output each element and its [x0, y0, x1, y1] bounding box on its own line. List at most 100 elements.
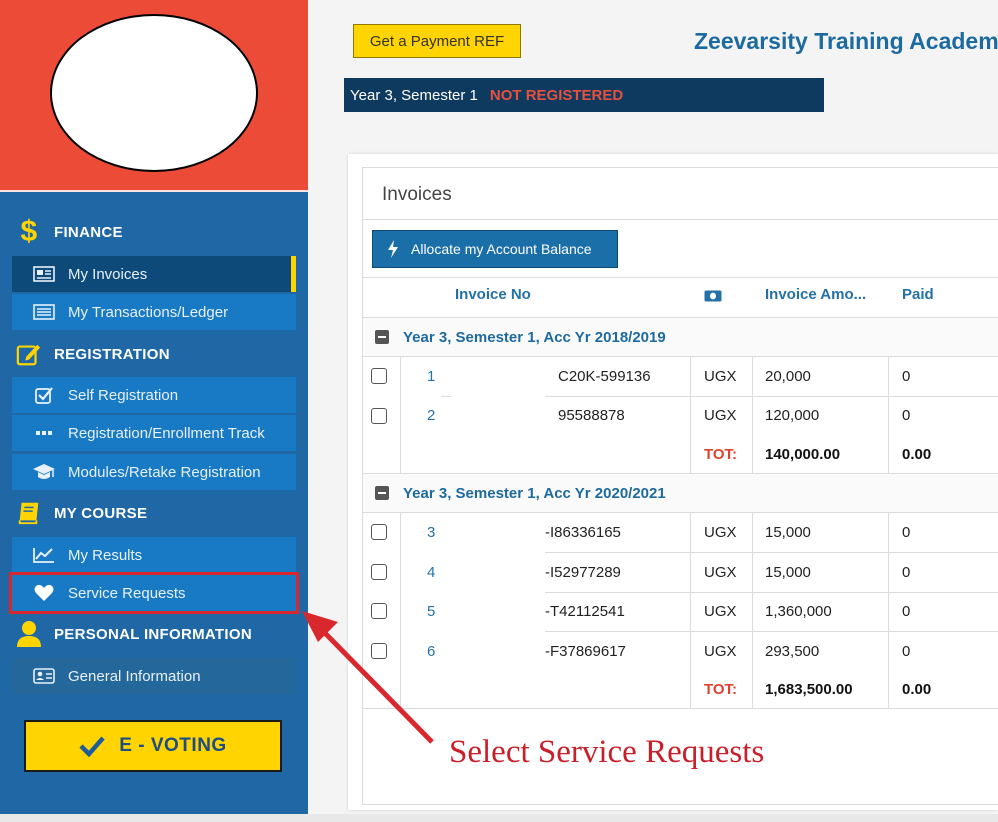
- invoice-number[interactable]: -F37869617: [545, 643, 626, 660]
- row-checkbox[interactable]: [371, 368, 387, 384]
- row-border: [545, 396, 998, 397]
- allocate-balance-label: Allocate my Account Balance: [411, 241, 592, 257]
- sidebar-item-label: My Transactions/Ledger: [68, 303, 229, 321]
- annotation-text: Select Service Requests: [449, 734, 765, 770]
- sidebar-item-modules-retake[interactable]: Modules/Retake Registration: [12, 454, 296, 490]
- invoice-number[interactable]: C20K-599136: [558, 368, 651, 385]
- sidebar-item-enrollment-track[interactable]: Registration/Enrollment Track: [12, 415, 296, 451]
- section-finance-label: FINANCE: [54, 223, 123, 241]
- invoice-number[interactable]: -I52977289: [545, 564, 621, 581]
- column-divider: [752, 357, 753, 473]
- book-icon: [16, 500, 42, 526]
- invoice-amount: 15,000: [765, 564, 811, 581]
- dots-icon: [32, 423, 56, 443]
- row-index: 1: [427, 368, 436, 385]
- row-border: [363, 512, 998, 513]
- column-divider: [752, 513, 753, 708]
- currency: UGX: [704, 407, 737, 424]
- heart-icon: [32, 583, 56, 603]
- table-bottom-border: [363, 708, 998, 709]
- invoice-number[interactable]: -T42112541: [545, 603, 625, 620]
- invoice-amount: 293,500: [765, 643, 820, 660]
- paid-amount: 0: [902, 368, 911, 385]
- row-checkbox[interactable]: [371, 408, 387, 424]
- row-border: [545, 552, 998, 553]
- column-divider: [400, 357, 401, 473]
- row-border: [545, 631, 998, 632]
- table-top-border: [363, 277, 998, 278]
- row-checkbox[interactable]: [371, 524, 387, 540]
- total-amount: 140,000.00: [765, 446, 841, 463]
- row-index: 6: [427, 643, 436, 660]
- section-personal-label: PERSONAL INFORMATION: [54, 625, 252, 643]
- id-card-icon: [32, 666, 56, 686]
- row-checkbox[interactable]: [371, 643, 387, 659]
- line-chart-icon: [32, 545, 56, 565]
- paid-amount: 0: [902, 564, 911, 581]
- group-row-1[interactable]: Year 3, Semester 1, Acc Yr 2018/2019: [363, 318, 998, 356]
- invoice-number[interactable]: 95588878: [558, 407, 625, 424]
- payment-ref-button[interactable]: Get a Payment REF: [353, 24, 521, 58]
- section-finance: $ FINANCE: [0, 212, 308, 252]
- sidebar-item-general-information[interactable]: General Information: [12, 658, 296, 694]
- allocate-balance-button[interactable]: Allocate my Account Balance: [372, 230, 618, 268]
- column-invoice-no[interactable]: Invoice No: [455, 286, 531, 303]
- total-amount: 1,683,500.00: [765, 681, 853, 698]
- sidebar-item-my-transactions[interactable]: My Transactions/Ledger: [12, 294, 296, 330]
- column-paid[interactable]: Paid: [902, 286, 934, 303]
- row-checkbox[interactable]: [371, 603, 387, 619]
- section-registration: REGISTRATION: [0, 334, 308, 374]
- group-label: Year 3, Semester 1, Acc Yr 2020/2021: [403, 484, 666, 502]
- collapse-icon[interactable]: [375, 330, 389, 344]
- evoting-label: E - VOTING: [119, 735, 227, 756]
- sidebar-item-label: Service Requests: [68, 584, 186, 602]
- section-personal-information: PERSONAL INFORMATION: [0, 614, 308, 654]
- section-registration-label: REGISTRATION: [54, 345, 170, 363]
- currency: UGX: [704, 603, 737, 620]
- money-icon: [704, 289, 722, 306]
- group-row-2[interactable]: Year 3, Semester 1, Acc Yr 2020/2021: [363, 474, 998, 512]
- column-divider: [888, 513, 889, 708]
- sidebar-item-label: My Invoices: [68, 265, 148, 283]
- checkbox-check-icon: [32, 385, 56, 405]
- column-divider: [400, 513, 401, 708]
- sidebar-item-label: Registration/Enrollment Track: [68, 424, 265, 442]
- currency: UGX: [704, 368, 737, 385]
- sidebar: $ FINANCE My Invoices My Transactions/Le…: [0, 0, 308, 822]
- collapse-icon[interactable]: [375, 486, 389, 500]
- row-border: [545, 592, 998, 593]
- column-divider: [690, 357, 691, 473]
- row-border: [363, 356, 998, 357]
- total-label: TOT:: [704, 446, 738, 463]
- semester-label: Year 3, Semester 1: [350, 86, 478, 104]
- panel-title: Invoices: [382, 184, 452, 205]
- currency: UGX: [704, 643, 737, 660]
- sidebar-item-service-requests[interactable]: Service Requests: [9, 572, 299, 614]
- invoice-number[interactable]: -I86336165: [545, 524, 621, 541]
- column-divider: [888, 357, 889, 473]
- avatar[interactable]: [50, 14, 258, 172]
- row-border: [441, 396, 451, 397]
- sidebar-item-self-registration[interactable]: Self Registration: [12, 377, 296, 413]
- row-checkbox[interactable]: [371, 564, 387, 580]
- total-paid: 0.00: [902, 446, 932, 463]
- invoice-icon: [32, 264, 56, 284]
- sidebar-item-my-results[interactable]: My Results: [12, 537, 296, 573]
- total-label: TOT:: [704, 681, 738, 698]
- sidebar-item-my-invoices[interactable]: My Invoices: [12, 256, 296, 292]
- bottom-scrollbar[interactable]: [0, 814, 998, 822]
- paid-amount: 0: [902, 603, 911, 620]
- currency: UGX: [704, 564, 737, 581]
- group-label: Year 3, Semester 1, Acc Yr 2018/2019: [403, 328, 666, 346]
- evoting-button[interactable]: E - VOTING: [24, 720, 282, 772]
- section-my-course: MY COURSE: [0, 493, 308, 533]
- invoice-amount: 1,360,000: [765, 603, 832, 620]
- column-invoice-amount[interactable]: Invoice Amo...: [765, 286, 866, 303]
- sidebar-item-label: General Information: [68, 667, 201, 685]
- panel-divider: [363, 219, 998, 220]
- row-index: 3: [427, 524, 436, 541]
- banner-divider: [0, 190, 308, 192]
- total-paid: 0.00: [902, 681, 932, 698]
- school-name: Zeevarsity Training Academy: [694, 28, 998, 54]
- paid-amount: 0: [902, 643, 911, 660]
